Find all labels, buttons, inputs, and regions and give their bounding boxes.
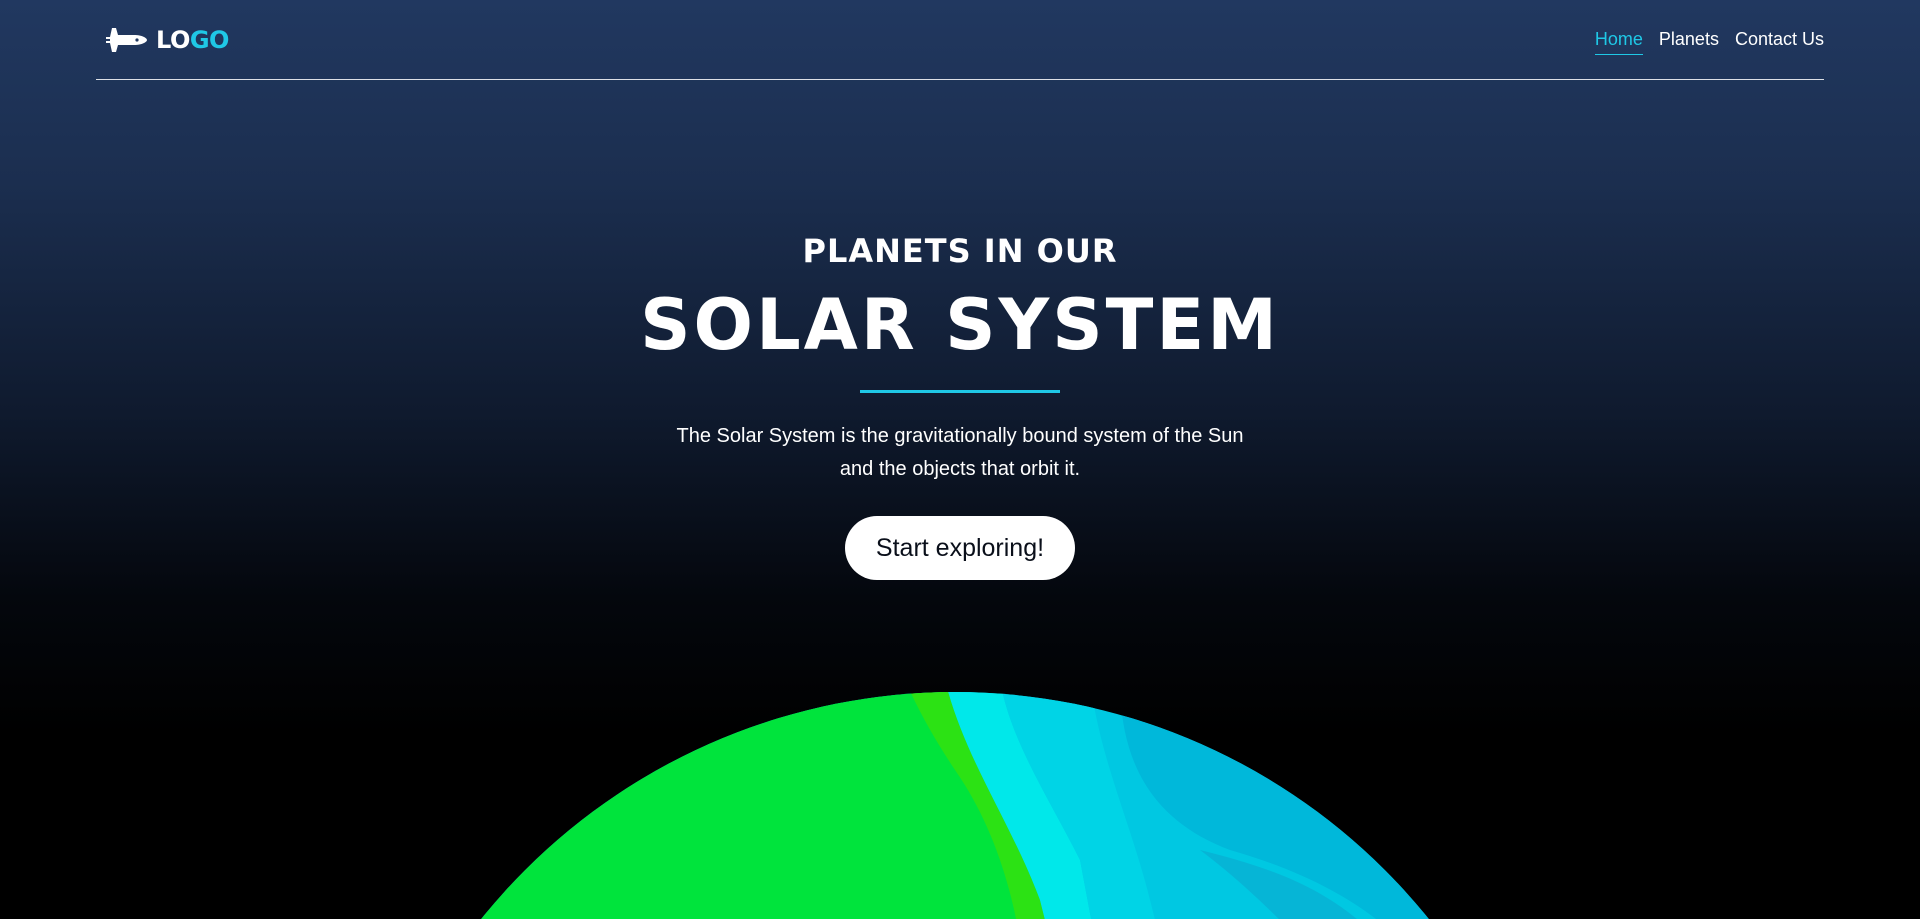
hero-title: SOLAR SYSTEM xyxy=(640,284,1280,366)
top-navigation: LOGO Home Planets Contact Us xyxy=(96,0,1824,80)
space-shuttle-icon xyxy=(106,27,147,52)
logo-text-part2: GO xyxy=(189,25,230,54)
nav-link-home[interactable]: Home xyxy=(1594,25,1643,55)
hero-description: The Solar System is the gravitationally … xyxy=(676,425,1244,480)
nav-link-planets[interactable]: Planets xyxy=(1659,25,1719,54)
hero-subtitle: PLANETS IN OUR xyxy=(802,232,1118,270)
start-exploring-button[interactable]: Start exploring! xyxy=(845,516,1075,580)
nav-menu: Home Planets Contact Us xyxy=(1594,25,1824,55)
nav-link-contact-us[interactable]: Contact Us xyxy=(1735,25,1824,54)
logo-text: LOGO xyxy=(156,26,229,54)
logo-link[interactable]: LOGO xyxy=(96,25,229,55)
hero-divider xyxy=(860,390,1060,393)
page: LOGO Home Planets Contact Us PLANETS IN … xyxy=(0,0,1920,919)
logo-text-part1: LO xyxy=(156,25,190,54)
